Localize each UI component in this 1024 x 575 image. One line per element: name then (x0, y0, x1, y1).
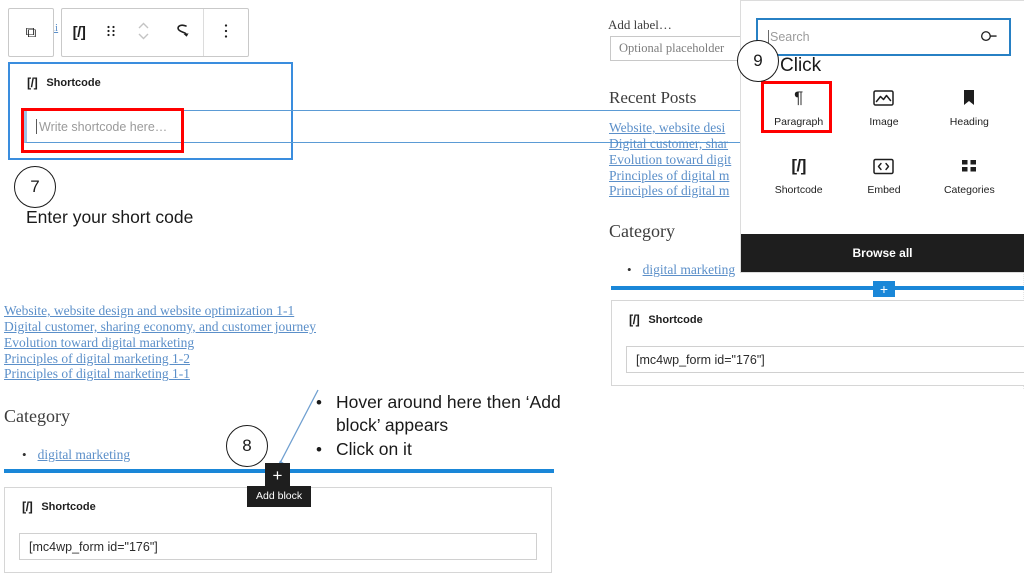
callout-step-7-text: Enter your short code (26, 207, 194, 227)
copy-icon: ⧉ (25, 24, 37, 41)
list-item[interactable]: Website, website design and website opti… (4, 303, 316, 319)
highlight-rect-paragraph-item (761, 81, 832, 133)
list-item[interactable]: Digital customer, shar (609, 136, 741, 152)
list-item[interactable]: Principles of digital m (609, 183, 741, 199)
block-inserter-popup: Search ¶ Paragraph Image Heading [/] Sho… (740, 0, 1024, 273)
callout-step-7: 7 (14, 166, 56, 208)
transform-block-button[interactable] (160, 9, 204, 56)
left-recent-posts-links: Website, website design and website opti… (4, 303, 316, 382)
search-input[interactable]: Search (756, 18, 1011, 56)
category-link[interactable]: digital marketing (38, 447, 131, 463)
optional-placeholder-field[interactable]: Optional placeholder (610, 36, 748, 61)
block-label: Shortcode (648, 314, 703, 326)
left-category-list: • digital marketing (22, 447, 130, 463)
shortcode-icon: [/] (629, 313, 640, 327)
inserter-item-shortcode[interactable]: [/] Shortcode (756, 147, 841, 201)
browse-all-button[interactable]: Browse all (741, 234, 1024, 272)
block-toolbar: ⧉ [/] (8, 8, 249, 57)
block-label: Shortcode (46, 77, 101, 89)
plus-icon: + (272, 466, 283, 485)
block-label-row: [/] Shortcode (10, 64, 291, 90)
list-item: • digital marketing (627, 262, 757, 278)
shortcode-icon: [/] (22, 500, 33, 514)
list-item: • digital marketing (22, 447, 130, 463)
categories-icon (960, 153, 978, 179)
block-type-button[interactable]: [/] (62, 9, 96, 56)
inserter-item-label: Heading (949, 116, 989, 128)
list-item[interactable]: Principles of digital marketing 1-1 (4, 366, 316, 382)
drag-handle-button[interactable] (96, 9, 126, 56)
inserter-item-heading[interactable]: Heading (927, 79, 1012, 133)
right-category-list: • digital marketing (627, 262, 757, 278)
toolbar-group-copy: ⧉ (8, 8, 54, 57)
drag-handle-icon (106, 24, 116, 41)
shortcode-icon: [/] (27, 76, 38, 90)
inserter-item-image[interactable]: Image (841, 79, 926, 133)
annotation-text: Hover around here then ‘Add block’ appea… (335, 392, 561, 435)
move-block-button[interactable] (126, 9, 160, 56)
block-inserter-rail (611, 286, 1024, 290)
inserter-item-embed[interactable]: Embed (841, 147, 926, 201)
recent-posts-heading: Recent Posts (609, 88, 697, 107)
inserter-item-label: Shortcode (774, 184, 823, 196)
inserter-item-label: Image (869, 116, 899, 128)
right-recent-posts-links: Website, website desi Digital customer, … (609, 120, 741, 199)
block-label: Shortcode (41, 501, 96, 513)
right-category-heading: Category (609, 221, 675, 241)
chevron-updown-icon (137, 20, 150, 45)
arrow-curve-icon (173, 22, 191, 43)
vertical-dots-icon (223, 23, 229, 42)
plus-icon: + (879, 281, 889, 297)
search-icon (977, 25, 1001, 49)
highlight-rect-shortcode-input (21, 108, 184, 153)
left-category-heading: Category (4, 406, 70, 426)
annotation-bullet-row: • Hover around here then ‘Add block’ app… (316, 391, 586, 437)
callout-step-9-text: Click (780, 55, 822, 76)
toolbar-group-main: [/] (61, 8, 249, 57)
add-block-button[interactable]: + (873, 281, 895, 297)
block-label-row: [/] Shortcode (612, 301, 1024, 327)
bullet-icon: • (627, 262, 632, 277)
list-item[interactable]: Principles of digital m (609, 168, 741, 184)
shortcode-icon: [/] (791, 156, 806, 175)
list-item[interactable]: Website, website desi (609, 120, 741, 136)
inserter-item-label: Embed (867, 184, 901, 196)
callout-step-8-annotation: • Hover around here then ‘Add block’ app… (316, 391, 586, 463)
annotation-text: Click on it (335, 438, 412, 459)
list-item[interactable]: Digital customer, sharing economy, and c… (4, 319, 316, 335)
image-icon (873, 85, 895, 111)
bottom-shortcode-block[interactable]: [/] Shortcode [mc4wp_form id="176"] (611, 300, 1024, 386)
embed-code-icon (873, 153, 895, 179)
inserter-item-label: Categories (943, 184, 995, 196)
bullet-icon: • (22, 447, 27, 462)
more-options-button[interactable] (204, 9, 248, 56)
copy-blocks-button[interactable]: ⧉ (9, 9, 53, 56)
heading-icon (962, 85, 976, 111)
shortcode-code-input[interactable]: [mc4wp_form id="176"] (626, 346, 1024, 373)
search-placeholder: Search (770, 30, 810, 44)
callout-step-9: 9 (737, 40, 779, 82)
list-item[interactable]: Evolution toward digit (609, 152, 741, 168)
list-item[interactable]: Principles of digital marketing 1-2 (4, 351, 316, 367)
add-block-tooltip: Add block (247, 486, 312, 507)
shortcode-icon: [/] (72, 24, 86, 41)
annotation-bullet-row: • Click on it (316, 438, 586, 463)
list-item[interactable]: Evolution toward digital marketing (4, 335, 316, 351)
shortcode-code-input[interactable]: [mc4wp_form id="176"] (19, 533, 537, 560)
add-block-button[interactable]: + (265, 463, 290, 488)
inserter-item-categories[interactable]: Categories (927, 147, 1012, 201)
add-label-text: Add label… (608, 17, 672, 32)
category-link[interactable]: digital marketing (643, 262, 736, 278)
